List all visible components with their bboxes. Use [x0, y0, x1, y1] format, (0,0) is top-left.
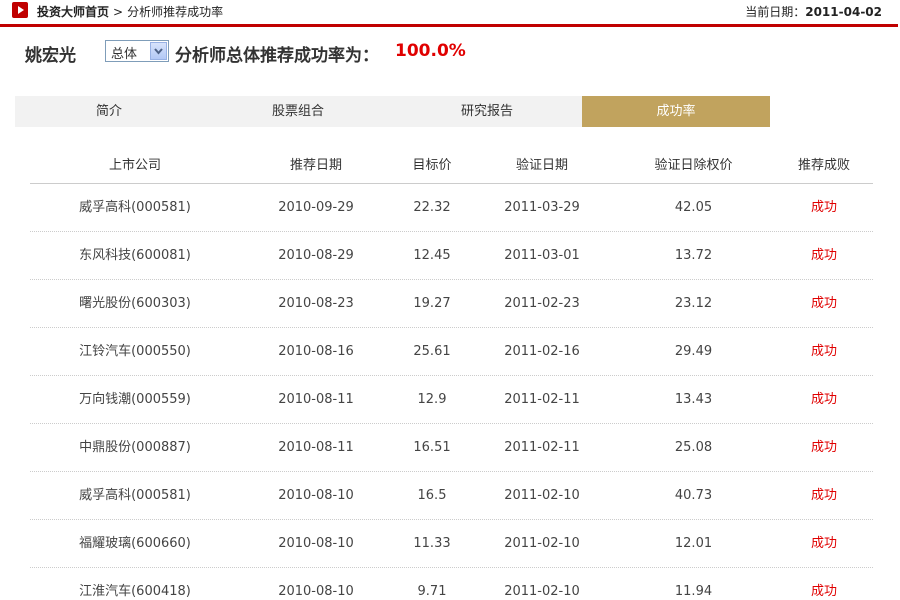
result-cell: 成功: [810, 488, 837, 503]
target-price-cell: 11.33: [413, 536, 451, 551]
rec-date-cell: 2010-08-10: [278, 488, 354, 503]
company-cell[interactable]: 曙光股份(600303): [30, 280, 240, 328]
tab-success-rate[interactable]: 成功率: [582, 96, 770, 127]
target-price-cell: 25.61: [413, 344, 451, 359]
verify-date-cell: 2011-02-10: [504, 536, 580, 551]
current-date-value: 2011-04-02: [805, 5, 882, 19]
breadcrumb-current: 分析师推荐成功率: [127, 5, 224, 19]
rec-date-cell: 2010-08-23: [278, 296, 354, 311]
breadcrumb-separator: >: [113, 5, 124, 19]
play-square-icon[interactable]: [12, 2, 28, 18]
table-header: 上市公司 推荐日期 目标价 验证日期 验证日除权价 推荐成败: [30, 148, 873, 184]
verify-price-cell: 25.08: [674, 440, 713, 455]
target-price-cell: 16.51: [413, 440, 451, 455]
header-divider: [0, 24, 898, 27]
verify-price-cell: 23.12: [674, 296, 713, 311]
target-price-cell: 9.71: [417, 584, 447, 599]
chevron-down-icon[interactable]: [150, 42, 167, 60]
verify-price-cell: 11.94: [674, 584, 713, 599]
result-cell: 成功: [810, 584, 837, 599]
verify-date-cell: 2011-02-16: [504, 344, 580, 359]
success-rate-value: 100.0%: [395, 41, 466, 61]
result-cell: 成功: [810, 440, 837, 455]
verify-date-cell: 2011-02-10: [504, 488, 580, 503]
analyst-summary: 姚宏光 总体 分析师总体推荐成功率为： 100.0%: [0, 38, 900, 68]
column-header-verify-date: 验证日期: [515, 158, 568, 173]
tab-research-reports[interactable]: 研究报告: [393, 96, 581, 127]
result-cell: 成功: [810, 248, 837, 263]
company-cell[interactable]: 江淮汽车(600418): [30, 568, 240, 600]
column-header-rec-date: 推荐日期: [289, 158, 342, 173]
recommendation-table: 上市公司 推荐日期 目标价 验证日期 验证日除权价 推荐成败 威孚高科(0005…: [30, 148, 873, 600]
target-price-cell: 16.5: [417, 488, 447, 503]
company-cell[interactable]: 福耀玻璃(600660): [30, 520, 240, 568]
rec-date-cell: 2010-08-11: [278, 392, 354, 407]
table-row: 福耀玻璃(600660) 2010-08-10 11.33 2011-02-10…: [30, 520, 873, 568]
table-row: 中鼎股份(000887) 2010-08-11 16.51 2011-02-11…: [30, 424, 873, 472]
column-header-result: 推荐成败: [797, 158, 850, 173]
result-cell: 成功: [810, 344, 837, 359]
table-row: 江铃汽车(000550) 2010-08-16 25.61 2011-02-16…: [30, 328, 873, 376]
tab-intro[interactable]: 简介: [15, 96, 203, 127]
rec-date-cell: 2010-08-10: [278, 584, 354, 599]
table-row: 曙光股份(600303) 2010-08-23 19.27 2011-02-23…: [30, 280, 873, 328]
result-cell: 成功: [810, 296, 837, 311]
target-price-cell: 12.45: [413, 248, 451, 263]
company-cell[interactable]: 东风科技(600081): [30, 232, 240, 280]
breadcrumb-home-link[interactable]: 投资大师首页: [37, 5, 109, 19]
table-row: 江淮汽车(600418) 2010-08-10 9.71 2011-02-10 …: [30, 568, 873, 600]
rec-date-cell: 2010-08-10: [278, 536, 354, 551]
column-header-target-price: 目标价: [412, 158, 452, 173]
verify-price-cell: 12.01: [674, 536, 713, 551]
verify-date-cell: 2011-02-10: [504, 584, 580, 599]
rec-date-cell: 2010-08-11: [278, 440, 354, 455]
result-cell: 成功: [810, 200, 837, 215]
column-header-company: 上市公司: [108, 158, 161, 173]
company-cell[interactable]: 万向钱潮(000559): [30, 376, 240, 424]
verify-price-cell: 13.72: [674, 248, 713, 263]
company-cell[interactable]: 威孚高科(000581): [30, 184, 240, 232]
table-row: 威孚高科(000581) 2010-08-10 16.5 2011-02-10 …: [30, 472, 873, 520]
table-row: 威孚高科(000581) 2010-09-29 22.32 2011-03-29…: [30, 184, 873, 232]
scope-select-value: 总体: [111, 47, 138, 62]
verify-date-cell: 2011-02-23: [504, 296, 580, 311]
verify-price-cell: 13.43: [674, 392, 713, 407]
table-row: 东风科技(600081) 2010-08-29 12.45 2011-03-01…: [30, 232, 873, 280]
rec-date-cell: 2010-08-16: [278, 344, 354, 359]
breadcrumb: 投资大师首页 > 分析师推荐成功率: [37, 3, 223, 20]
current-date-label: 当前日期：: [745, 5, 806, 19]
company-cell[interactable]: 威孚高科(000581): [30, 472, 240, 520]
scope-select[interactable]: 总体: [105, 40, 169, 62]
result-cell: 成功: [810, 536, 837, 551]
verify-price-cell: 40.73: [674, 488, 713, 503]
target-price-cell: 19.27: [413, 296, 451, 311]
target-price-cell: 12.9: [417, 392, 447, 407]
rec-date-cell: 2010-09-29: [278, 200, 354, 215]
tab-bar: 简介 股票组合 研究报告 成功率: [15, 96, 770, 127]
target-price-cell: 22.32: [413, 200, 451, 215]
table-row: 万向钱潮(000559) 2010-08-11 12.9 2011-02-11 …: [30, 376, 873, 424]
verify-price-cell: 29.49: [674, 344, 713, 359]
tab-portfolio[interactable]: 股票组合: [204, 96, 392, 127]
column-header-verify-price: 验证日除权价: [654, 158, 733, 173]
verify-date-cell: 2011-03-29: [504, 200, 580, 215]
analyst-name: 姚宏光: [25, 46, 76, 66]
rec-date-cell: 2010-08-29: [278, 248, 354, 263]
current-date: 当前日期：2011-04-02: [745, 3, 882, 20]
verify-date-cell: 2011-02-11: [504, 392, 580, 407]
result-cell: 成功: [810, 392, 837, 407]
verify-date-cell: 2011-02-11: [504, 440, 580, 455]
success-rate-label: 分析师总体推荐成功率为：: [175, 46, 379, 66]
top-bar: 投资大师首页 > 分析师推荐成功率 当前日期：2011-04-02: [0, 0, 900, 22]
verify-date-cell: 2011-03-01: [504, 248, 580, 263]
company-cell[interactable]: 江铃汽车(000550): [30, 328, 240, 376]
company-cell[interactable]: 中鼎股份(000887): [30, 424, 240, 472]
verify-price-cell: 42.05: [674, 200, 713, 215]
